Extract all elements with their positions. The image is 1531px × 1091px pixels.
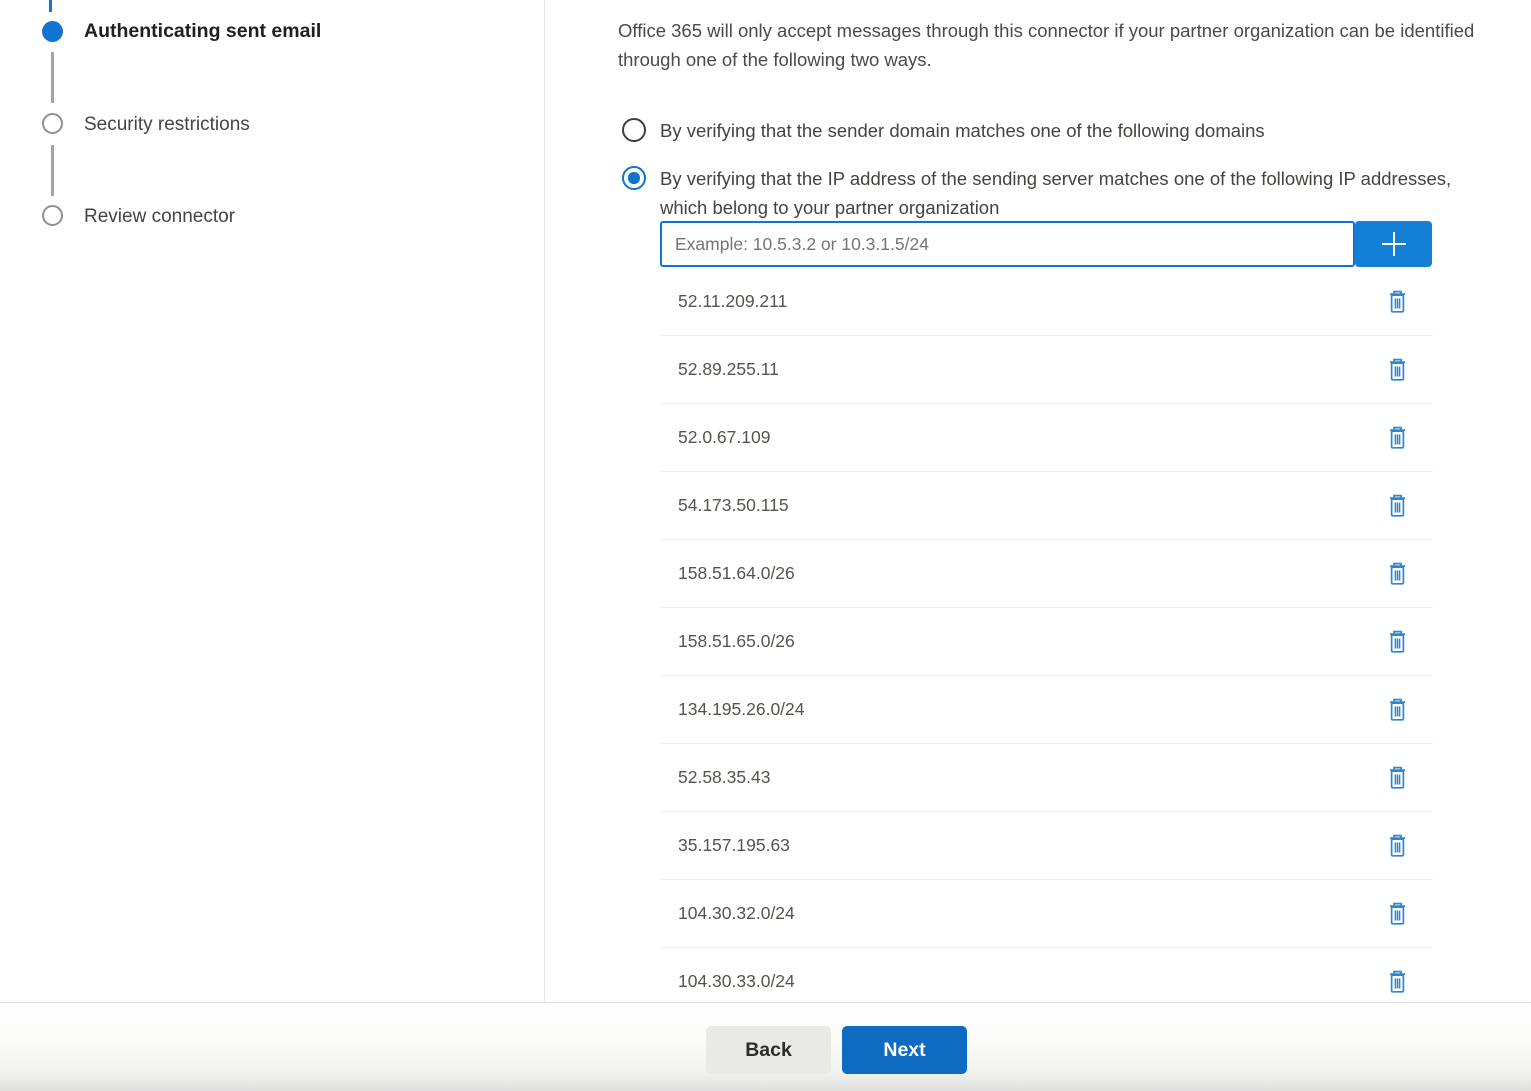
trash-icon [1387, 833, 1408, 858]
delete-ip-button[interactable] [1387, 765, 1408, 790]
ip-address-value: 134.195.26.0/24 [678, 699, 805, 720]
ip-address-list: 52.11.209.211 52.89.255.11 [660, 268, 1433, 1016]
delete-ip-button[interactable] [1387, 969, 1408, 994]
ip-address-row: 134.195.26.0/24 [660, 676, 1433, 744]
ip-address-row: 104.30.32.0/24 [660, 880, 1433, 948]
ip-address-value: 52.11.209.211 [678, 291, 787, 312]
ip-address-value: 35.157.195.63 [678, 835, 790, 856]
ip-address-row: 52.0.67.109 [660, 404, 1433, 472]
delete-ip-button[interactable] [1387, 697, 1408, 722]
wizard-footer: Back Next [0, 1002, 1531, 1091]
ip-address-row: 52.58.35.43 [660, 744, 1433, 812]
stepper-connector-completed [49, 0, 52, 12]
ip-address-value: 52.89.255.11 [678, 359, 779, 380]
delete-ip-button[interactable] [1387, 357, 1408, 382]
step-label-review-connector: Review connector [84, 206, 235, 227]
delete-ip-button[interactable] [1387, 493, 1408, 518]
ip-address-row: 158.51.65.0/26 [660, 608, 1433, 676]
plus-icon [1379, 229, 1409, 259]
ip-address-row: 54.173.50.115 [660, 472, 1433, 540]
trash-icon [1387, 629, 1408, 654]
delete-ip-button[interactable] [1387, 629, 1408, 654]
ip-address-value: 52.58.35.43 [678, 767, 770, 788]
trash-icon [1387, 969, 1408, 994]
add-ip-button[interactable] [1355, 221, 1432, 267]
next-button[interactable]: Next [842, 1026, 967, 1074]
step-dot-security-restrictions [42, 113, 63, 134]
trash-icon [1387, 425, 1408, 450]
ip-address-input[interactable] [660, 221, 1355, 267]
radio-checked-icon[interactable] [622, 166, 646, 190]
step-dot-review-connector [42, 205, 63, 226]
option-verify-ip-address-label: By verifying that the IP address of the … [660, 164, 1455, 222]
ip-address-value: 52.0.67.109 [678, 427, 770, 448]
ip-address-value: 104.30.32.0/24 [678, 903, 795, 924]
ip-address-value: 104.30.33.0/24 [678, 971, 795, 992]
radio-unchecked-icon[interactable] [622, 118, 646, 142]
ip-address-row: 52.11.209.211 [660, 268, 1433, 336]
delete-ip-button[interactable] [1387, 833, 1408, 858]
wizard-stepper-sidebar: Authenticating sent email Security restr… [0, 0, 545, 1002]
ip-address-value: 158.51.64.0/26 [678, 563, 795, 584]
trash-icon [1387, 765, 1408, 790]
option-verify-sender-domain-label: By verifying that the sender domain matc… [660, 116, 1420, 145]
step-dot-authenticating-sent-email [42, 21, 63, 42]
ip-address-value: 54.173.50.115 [678, 495, 789, 516]
ip-address-row: 52.89.255.11 [660, 336, 1433, 404]
ip-address-value: 158.51.65.0/26 [678, 631, 795, 652]
step-label-authenticating-sent-email: Authenticating sent email [84, 21, 321, 42]
delete-ip-button[interactable] [1387, 289, 1408, 314]
ip-address-row: 35.157.195.63 [660, 812, 1433, 880]
ip-entry-group [660, 221, 1432, 267]
trash-icon [1387, 697, 1408, 722]
delete-ip-button[interactable] [1387, 901, 1408, 926]
trash-icon [1387, 493, 1408, 518]
trash-icon [1387, 901, 1408, 926]
delete-ip-button[interactable] [1387, 561, 1408, 586]
stepper-connector [51, 52, 54, 103]
option-verify-ip-address[interactable]: By verifying that the IP address of the … [622, 166, 1455, 222]
trash-icon [1387, 561, 1408, 586]
trash-icon [1387, 357, 1408, 382]
trash-icon [1387, 289, 1408, 314]
option-verify-sender-domain[interactable]: By verifying that the sender domain matc… [622, 118, 1420, 145]
back-button[interactable]: Back [706, 1026, 831, 1074]
ip-address-row: 158.51.64.0/26 [660, 540, 1433, 608]
intro-text: Office 365 will only accept messages thr… [618, 16, 1478, 74]
delete-ip-button[interactable] [1387, 425, 1408, 450]
step-label-security-restrictions: Security restrictions [84, 114, 250, 135]
stepper-connector [51, 145, 54, 196]
